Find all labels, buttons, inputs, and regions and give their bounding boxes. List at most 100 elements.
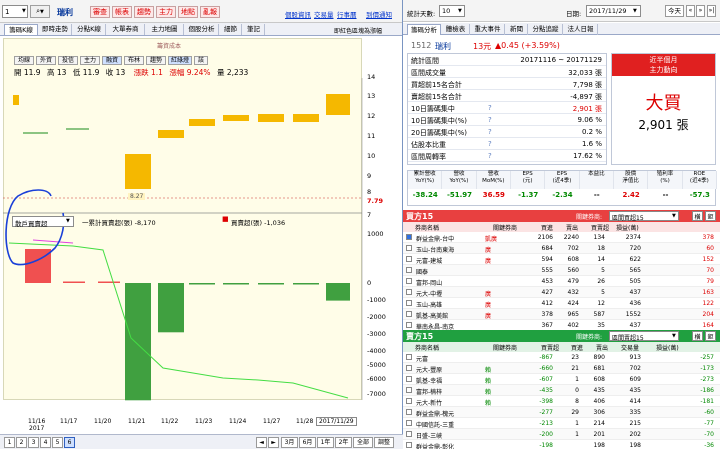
row-checkbox[interactable] bbox=[406, 267, 412, 273]
search-button[interactable]: ⌕▼ bbox=[30, 5, 50, 18]
tab-big-brokers[interactable]: 大單券商 bbox=[107, 24, 145, 35]
row-checkbox[interactable] bbox=[406, 387, 412, 393]
table-row[interactable]: 元富-建城 廣 594 608 14 622 152 bbox=[403, 254, 720, 265]
row-checkbox[interactable] bbox=[406, 431, 412, 437]
buy-btn-horizontal[interactable]: 横 bbox=[692, 211, 703, 221]
table-header-cell: 關鍵券商 bbox=[493, 225, 518, 232]
dropdown-arrow-icon[interactable]: ▼ bbox=[22, 8, 26, 14]
row-checkbox[interactable] bbox=[406, 256, 412, 262]
row-checkbox[interactable] bbox=[406, 376, 412, 382]
toolbar-button-4[interactable]: 主力 bbox=[156, 6, 176, 18]
row-checkbox[interactable] bbox=[406, 398, 412, 404]
tab-news[interactable]: 新聞 bbox=[506, 24, 528, 35]
table-header-cell: 券商名稱 bbox=[415, 345, 440, 352]
toolbar-button-6[interactable]: 亂報 bbox=[200, 6, 220, 18]
toolbar-button-5[interactable]: 地點 bbox=[178, 6, 198, 18]
adjust-button[interactable]: 調整 bbox=[374, 437, 394, 448]
days-select[interactable]: 10 ▼ bbox=[439, 5, 465, 17]
today-button[interactable]: 今天 bbox=[665, 5, 684, 17]
date-input[interactable]: 2017/11/29 ▼ bbox=[586, 5, 641, 17]
next-date-button[interactable]: » bbox=[696, 5, 705, 17]
tab-detail[interactable]: 細節 bbox=[220, 24, 242, 35]
prev-date-button[interactable]: « bbox=[686, 5, 695, 17]
cell-value: -435 bbox=[539, 387, 553, 394]
tab-major-events[interactable]: 重大事件 bbox=[471, 24, 505, 35]
sell-rel-select[interactable]: 區間賣超15 ▼ bbox=[609, 331, 679, 342]
table-row[interactable]: 華南永昌-南京 367 402 35 437 164 bbox=[403, 320, 720, 330]
row-checkbox[interactable] bbox=[406, 322, 412, 328]
row-checkbox[interactable] bbox=[406, 365, 412, 371]
page-btn-4[interactable]: 4 bbox=[40, 437, 51, 448]
toolbar-button-3[interactable]: 趨勢 bbox=[134, 6, 154, 18]
period-2y[interactable]: 2年 bbox=[335, 437, 352, 448]
link-price-alert[interactable]: 到價通知 bbox=[366, 9, 392, 19]
table-header: 券商名稱 關鍵券商 買賣超 買進 賣出 交易量 損益(萬) bbox=[403, 342, 720, 352]
row-checkbox[interactable] bbox=[406, 311, 412, 317]
row-checkbox[interactable] bbox=[406, 234, 412, 240]
row-checkbox[interactable] bbox=[406, 354, 412, 360]
sell-btn-horizontal[interactable]: 横 bbox=[692, 331, 703, 341]
page-btn-5[interactable]: 5 bbox=[52, 437, 63, 448]
lower-indicator-select[interactable]: 散戶買賣超 ▼ bbox=[12, 216, 74, 228]
table-row[interactable]: 群益金鼎-台中 凱廣 2106 2240 134 2374 378 bbox=[403, 232, 720, 243]
last-date-button[interactable]: »| bbox=[707, 5, 716, 17]
toolbar-button-2[interactable]: 帳表 bbox=[112, 6, 132, 18]
row-checkbox[interactable] bbox=[406, 442, 412, 448]
tab-branch-kline[interactable]: 分點K線 bbox=[73, 24, 106, 35]
sell-header: 賣方15 關鍵券商: 區間賣超15 ▼ 横 鉅 bbox=[403, 330, 720, 342]
row-checkbox[interactable] bbox=[406, 278, 412, 284]
table-row[interactable]: 群益金鼎-槐元 -277 29 306 335 -60 bbox=[403, 407, 720, 418]
table-row[interactable]: 元大-中壢 廣 427 432 5 437 163 bbox=[403, 287, 720, 298]
row-checkbox[interactable] bbox=[406, 300, 412, 306]
row-checkbox[interactable] bbox=[406, 289, 412, 295]
row-checkbox[interactable] bbox=[406, 420, 412, 426]
period-1y[interactable]: 1年 bbox=[317, 437, 334, 448]
link-calendar[interactable]: 行事曆 bbox=[337, 9, 357, 19]
table-row[interactable]: 元富 -867 23 890 913 -257 bbox=[403, 352, 720, 363]
period-3m[interactable]: 3月 bbox=[281, 437, 298, 448]
tab-notes[interactable]: 筆記 bbox=[243, 24, 265, 35]
table-row[interactable]: 玉山-高雄 廣 412 424 12 436 122 bbox=[403, 298, 720, 309]
tab-stock-analysis[interactable]: 個股分析 bbox=[185, 24, 219, 35]
page-btn-3[interactable]: 3 bbox=[28, 437, 39, 448]
link-stock-info[interactable]: 個股資訊 bbox=[285, 9, 311, 19]
tab-checkup[interactable]: 體檢表 bbox=[442, 24, 470, 35]
buy-btn-detail[interactable]: 鉅 bbox=[705, 211, 716, 221]
price-axis-10: 10 bbox=[367, 152, 376, 160]
link-volume[interactable]: 交易量 bbox=[314, 9, 334, 19]
table-row[interactable]: 國泰 555 560 5 565 70 bbox=[403, 265, 720, 276]
period-all[interactable]: 全部 bbox=[353, 437, 373, 448]
cell-value: -186 bbox=[700, 387, 714, 394]
tab-institution-daily[interactable]: 法人日報 bbox=[564, 24, 598, 35]
table-row[interactable]: 玉山-台南東海 廣 684 702 18 720 60 bbox=[403, 243, 720, 254]
table-row[interactable]: 群益金鼎-彰化 -198 198 198 -36 bbox=[403, 440, 720, 449]
zoom-out-button[interactable]: ◄ bbox=[256, 437, 267, 448]
table-row[interactable]: 中國信託-三重 -213 1 214 215 -77 bbox=[403, 418, 720, 429]
table-row[interactable]: 富邦-楠梓 賴 -435 0 435 435 -186 bbox=[403, 385, 720, 396]
tab-intraday[interactable]: 即時走勢 bbox=[39, 24, 72, 35]
tab-main-force-map[interactable]: 主力地圖 bbox=[146, 24, 184, 35]
stock-code-input[interactable]: 1 ▼ bbox=[2, 5, 28, 18]
table-row[interactable]: 凱基-高美館 廣 378 965 587 1552 204 bbox=[403, 309, 720, 320]
sell-btn-detail[interactable]: 鉅 bbox=[705, 331, 716, 341]
tab-chip-kline[interactable]: 籌碼K線 bbox=[4, 24, 38, 35]
page-btn-1[interactable]: 1 bbox=[4, 437, 15, 448]
row-checkbox[interactable] bbox=[406, 409, 412, 415]
table-row[interactable]: 富邦-岡山 453 479 26 505 79 bbox=[403, 276, 720, 287]
buy-rel-label: 關鍵券商: bbox=[576, 214, 603, 221]
page-btn-2[interactable]: 2 bbox=[16, 437, 27, 448]
period-6m[interactable]: 6月 bbox=[299, 437, 316, 448]
table-row[interactable]: 凱基-幸福 賴 -607 1 608 609 -273 bbox=[403, 374, 720, 385]
table-row[interactable]: 日盛-三峽 -200 1 201 202 -70 bbox=[403, 429, 720, 440]
page-btn-6[interactable]: 6 bbox=[64, 437, 75, 448]
row-checkbox[interactable] bbox=[406, 245, 412, 251]
table-row[interactable]: 元大-豐原 賴 -660 21 681 702 -173 bbox=[403, 363, 720, 374]
zoom-in-button[interactable]: ► bbox=[268, 437, 279, 448]
toolbar-button-1[interactable]: 審查 bbox=[90, 6, 110, 18]
table-header: 券商名稱 關鍵券商 買進 賣出 買賣超 損益(萬) bbox=[403, 222, 720, 232]
table-row[interactable]: 元大-新竹 賴 -398 8 406 414 -181 bbox=[403, 396, 720, 407]
buy-rel-select[interactable]: 區間買超15 ▼ bbox=[609, 211, 679, 222]
tab-chip-analysis[interactable]: 籌碼分析 bbox=[407, 24, 441, 35]
summary-row-value: -4,897 張 bbox=[570, 93, 602, 101]
tab-branch-tracking[interactable]: 分點追蹤 bbox=[529, 24, 563, 35]
